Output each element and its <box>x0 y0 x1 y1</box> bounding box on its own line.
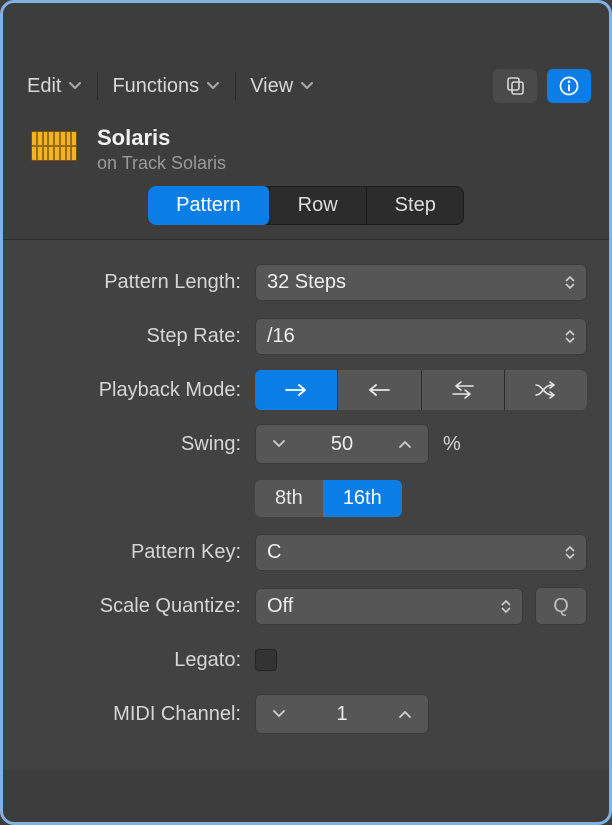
info-icon-button[interactable] <box>547 69 591 103</box>
midi-channel-stepper[interactable]: 1 <box>255 694 429 734</box>
divider <box>235 72 236 100</box>
chevron-up-icon <box>399 440 411 448</box>
legato-label: Legato: <box>25 649 255 672</box>
pattern-length-value: 32 Steps <box>267 271 346 294</box>
playback-forward-button[interactable] <box>255 370 337 410</box>
title-block: Solaris on Track Solaris <box>97 125 226 174</box>
menu-view[interactable]: View <box>244 72 321 101</box>
swing-8th-button[interactable]: 8th <box>255 480 323 517</box>
pattern-region-icon <box>31 131 77 161</box>
toolbar: Edit Functions View <box>3 59 609 113</box>
menu-functions-label: Functions <box>112 75 199 98</box>
step-rate-label: Step Rate: <box>25 325 255 348</box>
arrow-right-icon <box>284 383 308 397</box>
copy-icon <box>505 76 525 96</box>
pattern-key-value: C <box>267 541 281 564</box>
region-subtitle: on Track Solaris <box>97 153 226 174</box>
playback-mode-label: Playback Mode: <box>25 379 255 402</box>
inspector-body: Pattern Length: 32 Steps Step Rate: /16 … <box>3 239 609 770</box>
scale-quantize-select[interactable]: Off <box>255 588 523 625</box>
quantize-button-label: Q <box>553 595 569 618</box>
chevron-down-icon <box>207 82 219 90</box>
menu-edit[interactable]: Edit <box>21 72 89 101</box>
chevron-down-icon <box>301 82 313 90</box>
info-icon <box>559 76 579 96</box>
copy-icon-button[interactable] <box>493 69 537 103</box>
swing-label: Swing: <box>25 433 255 456</box>
scope-tabs: Pattern Row Step <box>3 180 609 239</box>
pattern-key-label: Pattern Key: <box>25 541 255 564</box>
arrow-left-icon <box>367 383 391 397</box>
step-rate-select[interactable]: /16 <box>255 318 587 355</box>
updown-arrows-icon <box>565 276 575 289</box>
midi-channel-increment-button[interactable] <box>381 694 429 734</box>
tab-row[interactable]: Row <box>270 186 366 225</box>
midi-channel-decrement-button[interactable] <box>255 694 303 734</box>
arrow-bidirectional-icon <box>451 381 475 399</box>
menu-functions[interactable]: Functions <box>106 72 227 101</box>
swing-resolution-group: 8th 16th <box>255 480 402 517</box>
playback-mode-group <box>255 370 587 410</box>
swing-value: 50 <box>303 433 381 456</box>
chevron-up-icon <box>399 710 411 718</box>
region-title: Solaris <box>97 125 226 151</box>
scale-quantize-value: Off <box>267 595 293 618</box>
inspector-header: Solaris on Track Solaris <box>3 113 609 180</box>
swing-percent-label: % <box>443 433 461 456</box>
legato-checkbox[interactable] <box>255 649 277 671</box>
swing-16th-button[interactable]: 16th <box>323 480 402 517</box>
pattern-key-select[interactable]: C <box>255 534 587 571</box>
quantize-button[interactable]: Q <box>535 587 587 625</box>
pattern-length-select[interactable]: 32 Steps <box>255 264 587 301</box>
chevron-down-icon <box>273 440 285 448</box>
swing-decrement-button[interactable] <box>255 424 303 464</box>
playback-random-button[interactable] <box>505 370 587 410</box>
chevron-down-icon <box>69 82 81 90</box>
tab-pattern[interactable]: Pattern <box>148 186 268 225</box>
tab-step[interactable]: Step <box>367 186 464 225</box>
divider <box>97 72 98 100</box>
menu-view-label: View <box>250 75 293 98</box>
menu-edit-label: Edit <box>27 75 61 98</box>
scale-quantize-label: Scale Quantize: <box>25 595 255 618</box>
swing-increment-button[interactable] <box>381 424 429 464</box>
updown-arrows-icon <box>565 546 575 559</box>
step-rate-value: /16 <box>267 325 295 348</box>
updown-arrows-icon <box>565 330 575 343</box>
playback-backward-button[interactable] <box>338 370 420 410</box>
midi-channel-value: 1 <box>303 703 381 726</box>
shuffle-icon <box>534 381 558 399</box>
chevron-down-icon <box>273 710 285 718</box>
updown-arrows-icon <box>501 600 511 613</box>
midi-channel-label: MIDI Channel: <box>25 703 255 726</box>
pattern-length-label: Pattern Length: <box>25 271 255 294</box>
swing-stepper[interactable]: 50 <box>255 424 429 464</box>
playback-pingpong-button[interactable] <box>422 370 504 410</box>
